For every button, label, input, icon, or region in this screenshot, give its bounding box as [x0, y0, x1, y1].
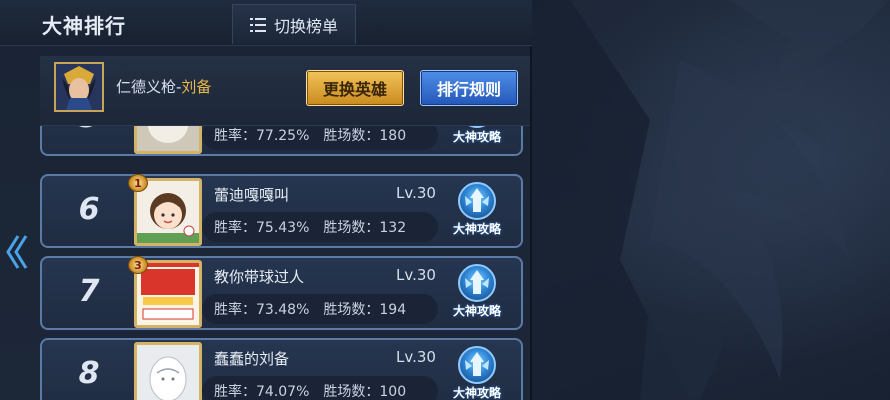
rank-number: 8 [78, 356, 100, 391]
guide-label: 大神攻略 [452, 130, 501, 144]
guide-label: 大神攻略 [452, 304, 501, 318]
list-icon [249, 17, 266, 32]
player-name: 蕾迪嘎嘎叫 [214, 186, 290, 204]
hero-name-highlight: 刘备 [181, 78, 212, 96]
stats-bar: 胜率：75.43% 胜场数：132 [202, 212, 438, 242]
rank-badge: 3 [128, 256, 148, 274]
player-level: Lv.30 [396, 266, 436, 284]
change-hero-button[interactable]: 更换英雄 [306, 70, 404, 106]
guide-emblem-icon [458, 182, 496, 220]
win-rate: 胜率：74.07% [214, 384, 310, 400]
win-count: 胜场数：194 [323, 302, 407, 318]
guide-label: 大神攻略 [452, 386, 501, 400]
hero-name: 仁德义枪-刘备 [116, 76, 211, 97]
player-level: Lv.30 [396, 348, 436, 366]
page-title: 大神排行 [42, 14, 126, 38]
current-hero-bar: 仁德义枪-刘备 更换英雄 排行规则 [40, 56, 530, 126]
stats-bar: 胜率：74.07% 胜场数：100 [202, 376, 438, 400]
win-rate: 胜率：75.43% [214, 220, 310, 236]
switch-list-button[interactable]: 切换榜单 [232, 4, 356, 44]
guide-button[interactable]: 大神攻略 [448, 182, 504, 244]
win-rate: 胜率：73.48% [214, 302, 310, 318]
rank-badge: 1 [128, 174, 148, 192]
hero-avatar[interactable] [54, 62, 104, 112]
guide-label: 大神攻略 [452, 222, 501, 236]
ranking-row[interactable]: 8 蠢蠢的刘备 Lv.30 胜率：74.07% 胜场数：100 大神攻略 [40, 338, 523, 400]
ranking-rules-button[interactable]: 排行规则 [420, 70, 518, 106]
ranking-list[interactable]: 5 胜率：77.25% 胜场数：180 大神攻略 [40, 92, 525, 400]
rank-number: 6 [78, 192, 100, 227]
player-level: Lv.30 [396, 184, 436, 202]
stats-bar: 胜率：73.48% 胜场数：194 [202, 294, 438, 324]
win-count: 胜场数：100 [323, 384, 407, 400]
background-decoration [530, 0, 890, 400]
panel-header: 大神排行 切换榜单 [0, 0, 532, 46]
ranking-panel: 大神排行 切换榜单 5 胜率：77.25% [0, 0, 532, 400]
hero-title: 仁德义枪- [116, 78, 182, 96]
player-name: 教你带球过人 [214, 268, 305, 286]
win-rate: 胜率：77.25% [214, 128, 310, 144]
double-chevron-left-icon[interactable] [4, 232, 28, 272]
player-name: 蠢蠢的刘备 [214, 350, 290, 368]
guide-emblem-icon [458, 346, 496, 384]
win-count: 胜场数：180 [323, 128, 407, 144]
ranking-row[interactable]: 7 3 教你带球过人 Lv.30 胜率：73.48% 胜场数：194 大神攻略 [40, 256, 523, 330]
rank-number: 7 [78, 274, 100, 309]
guide-button[interactable]: 大神攻略 [448, 346, 504, 400]
guide-button[interactable]: 大神攻略 [448, 264, 504, 326]
player-avatar [134, 342, 202, 400]
ranking-row[interactable]: 6 1 蕾迪嘎嘎叫 Lv.30 胜率：75.43% 胜场数：132 大神攻略 [40, 174, 523, 248]
win-count: 胜场数：132 [323, 220, 407, 236]
guide-emblem-icon [458, 264, 496, 302]
switch-list-label: 切换榜单 [273, 16, 338, 36]
